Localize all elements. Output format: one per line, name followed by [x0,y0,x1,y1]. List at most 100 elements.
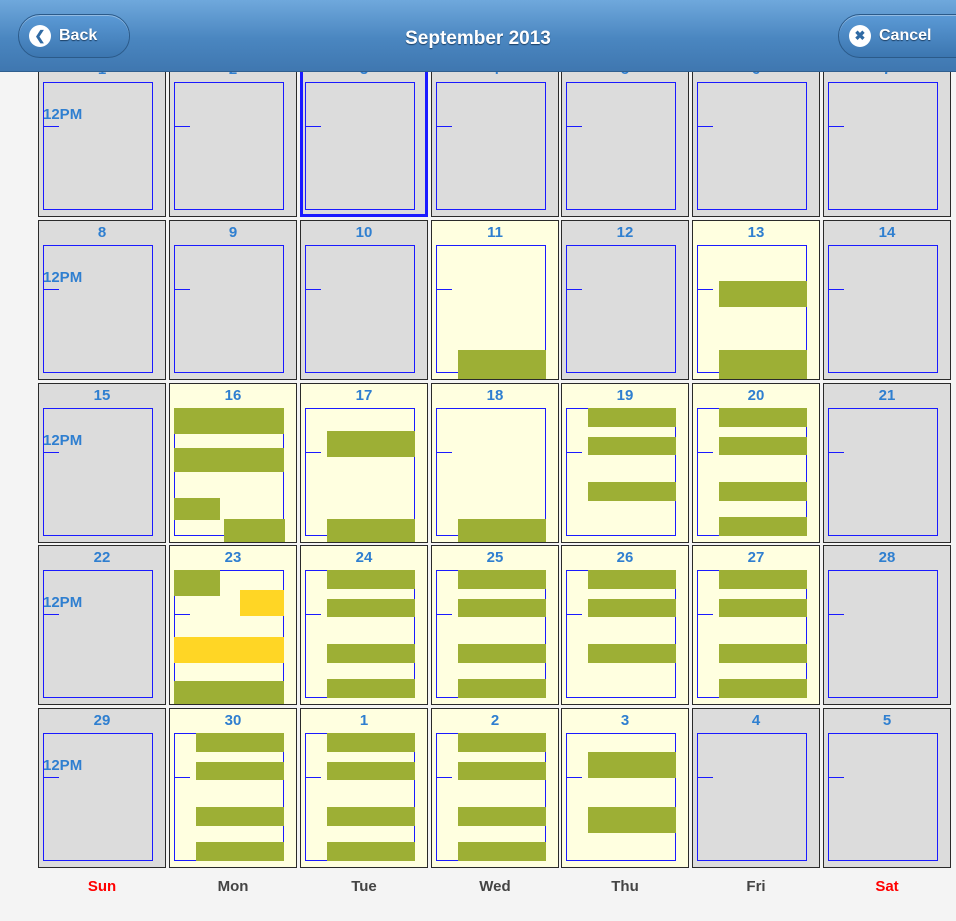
day-cell[interactable]: 25 [431,545,559,705]
booked-slot[interactable] [588,437,676,455]
day-cell[interactable]: 24 [300,545,428,705]
booked-slot[interactable] [458,762,546,780]
pending-slot[interactable] [174,637,284,663]
booked-slot[interactable] [588,570,676,589]
noon-marker [305,777,321,778]
booked-slot[interactable] [174,448,284,472]
day-cell[interactable]: 23 [169,545,297,705]
booked-slot[interactable] [588,807,676,833]
booked-slot[interactable] [588,752,676,778]
booked-slot[interactable] [196,733,284,752]
day-cell[interactable]: 15 12PM [38,383,166,543]
day-cell[interactable]: 2 [431,708,559,868]
day-cell[interactable]: 18 [431,383,559,543]
booked-slot[interactable] [588,482,676,501]
day-cell[interactable]: 4 [431,57,559,217]
booked-slot[interactable] [327,807,415,826]
booked-slot[interactable] [196,807,284,826]
noon-marker [305,452,321,453]
day-cell[interactable]: 14 [823,220,951,380]
day-cell[interactable]: 3 [300,57,428,217]
booked-slot[interactable] [327,733,415,752]
booked-slot[interactable] [719,408,807,427]
day-cell[interactable]: 6 [692,57,820,217]
day-cell[interactable]: 20 [692,383,820,543]
day-cell[interactable]: 19 [561,383,689,543]
pending-slot[interactable] [240,590,284,616]
booked-slot[interactable] [588,644,676,663]
day-cell[interactable]: 22 12PM [38,545,166,705]
booked-slot[interactable] [458,733,546,752]
booked-slot[interactable] [458,570,546,589]
booked-slot[interactable] [174,570,220,596]
booked-slot[interactable] [327,431,415,457]
day-cell[interactable]: 21 [823,383,951,543]
noon-marker [305,126,321,127]
booked-slot[interactable] [719,437,807,455]
day-number: 25 [486,549,504,566]
booked-slot[interactable] [458,599,546,617]
booked-slot[interactable] [327,842,415,861]
day-cell[interactable]: 16 [169,383,297,543]
booked-slot[interactable] [224,519,285,542]
day-number: 3 [620,712,630,729]
booked-slot[interactable] [196,762,284,780]
booked-slot[interactable] [327,570,415,589]
day-cell[interactable]: 13 [692,220,820,380]
booked-slot[interactable] [719,517,807,536]
booked-slot[interactable] [719,350,807,379]
booked-slot[interactable] [588,599,676,617]
day-cell[interactable]: 112PM [38,57,166,217]
booked-slot[interactable] [174,498,220,520]
booked-slot[interactable] [719,281,807,307]
booked-slot[interactable] [174,408,284,434]
day-cell[interactable]: 3 [561,708,689,868]
day-timeline [174,245,284,373]
day-cell[interactable]: 30 [169,708,297,868]
booked-slot[interactable] [719,570,807,589]
day-timeline [828,570,938,698]
day-cell[interactable]: 10 [300,220,428,380]
day-number: 9 [228,224,238,241]
day-cell[interactable]: 1 [300,708,428,868]
booked-slot[interactable] [458,519,546,542]
booked-slot[interactable] [458,679,546,698]
day-cell[interactable]: 9 [169,220,297,380]
day-cell[interactable]: 8 12PM [38,220,166,380]
day-cell[interactable]: 7 [823,57,951,217]
day-cell[interactable]: 5 [823,708,951,868]
day-number: 15 [93,387,111,404]
cancel-button[interactable]: ✖ Cancel [838,14,956,58]
booked-slot[interactable] [458,807,546,826]
booked-slot[interactable] [327,644,415,663]
booked-slot[interactable] [458,644,546,663]
day-cell[interactable]: 2 [169,57,297,217]
noon-marker [174,289,190,290]
booked-slot[interactable] [719,644,807,663]
day-cell[interactable]: 26 [561,545,689,705]
day-cell[interactable]: 12 [561,220,689,380]
booked-slot[interactable] [719,599,807,617]
day-cell[interactable]: 17 [300,383,428,543]
booked-slot[interactable] [719,482,807,501]
booked-slot[interactable] [458,842,546,861]
booked-slot[interactable] [174,681,284,704]
back-button-label: Back [59,27,98,44]
noon-marker [436,126,452,127]
booked-slot[interactable] [719,679,807,698]
booked-slot[interactable] [196,842,284,861]
booked-slot[interactable] [327,762,415,780]
booked-slot[interactable] [327,679,415,698]
day-cell[interactable]: 5 [561,57,689,217]
booked-slot[interactable] [327,599,415,617]
booked-slot[interactable] [588,408,676,427]
day-cell[interactable]: 28 [823,545,951,705]
back-button[interactable]: ❮ Back [18,14,130,58]
day-cell[interactable]: 27 [692,545,820,705]
day-cell[interactable]: 29 12PM [38,708,166,868]
day-timeline [697,733,807,861]
booked-slot[interactable] [327,519,415,542]
day-cell[interactable]: 11 [431,220,559,380]
day-cell[interactable]: 4 [692,708,820,868]
booked-slot[interactable] [458,350,546,379]
